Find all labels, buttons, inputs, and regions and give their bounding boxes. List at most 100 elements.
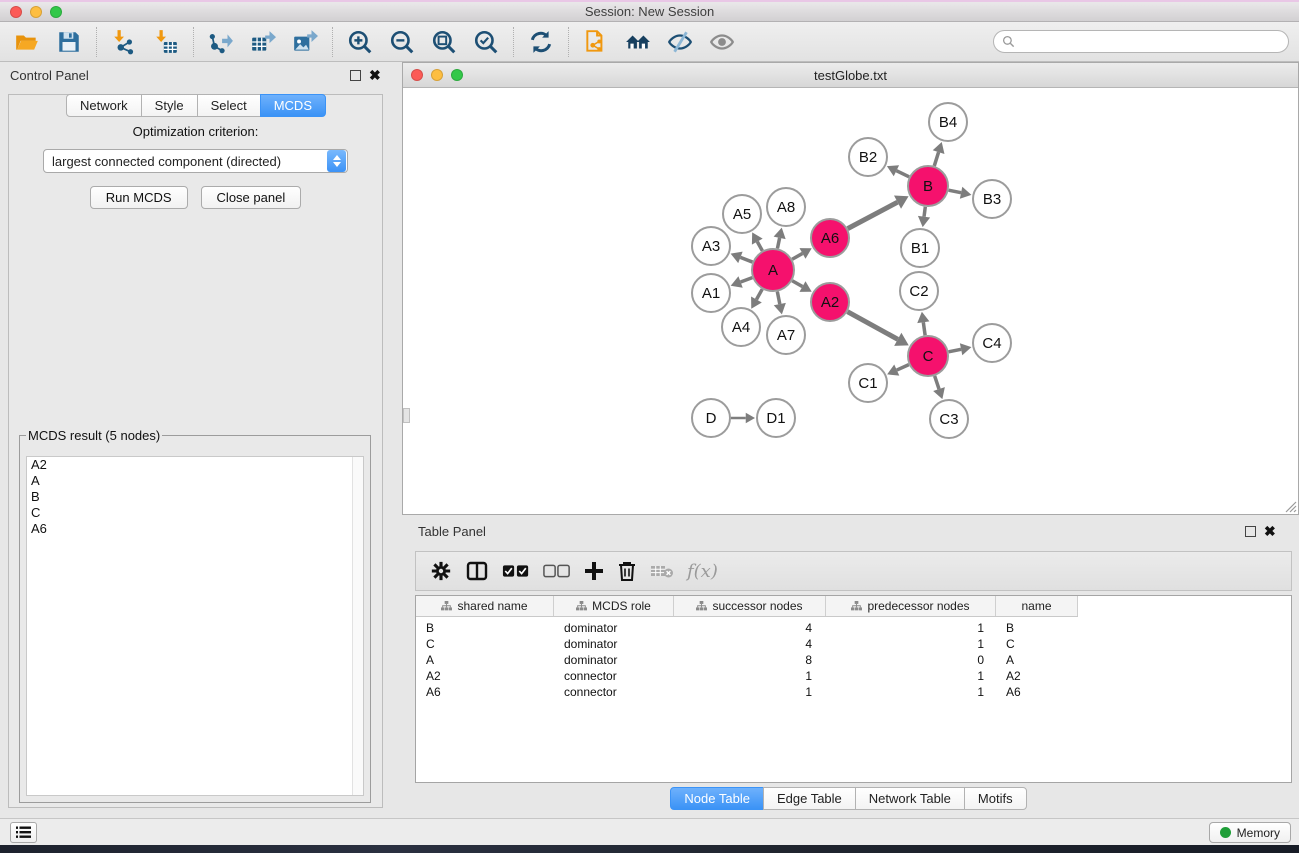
table-row[interactable]: Bdominator41B: [416, 620, 1291, 636]
graph-node-label: C3: [939, 411, 958, 428]
graph-edge[interactable]: [792, 253, 802, 259]
mcds-result-list[interactable]: A2ABCA6: [26, 456, 364, 796]
close-panel-icon[interactable]: ✖: [369, 69, 382, 82]
minimize-window-button[interactable]: [30, 6, 42, 18]
memory-button[interactable]: Memory: [1209, 822, 1291, 843]
network-minimize-button[interactable]: [431, 69, 443, 81]
import-table-button[interactable]: [149, 26, 183, 58]
network-zoom-button[interactable]: [451, 69, 463, 81]
zoom-fit-button[interactable]: [427, 26, 461, 58]
table-row[interactable]: Adominator80A: [416, 652, 1291, 668]
resize-grip-icon[interactable]: [1283, 499, 1297, 513]
run-mcds-button[interactable]: Run MCDS: [90, 186, 188, 209]
table-settings-button[interactable]: [430, 558, 452, 584]
eye-slash-icon: [667, 29, 693, 55]
edge-arrowhead-icon: [774, 303, 786, 315]
tab-style[interactable]: Style: [141, 94, 198, 117]
zoom-out-button[interactable]: [385, 26, 419, 58]
table-row[interactable]: A2connector11A2: [416, 668, 1291, 684]
close-window-button[interactable]: [10, 6, 22, 18]
show-columns-button[interactable]: [465, 558, 489, 584]
table-float-icon[interactable]: [1245, 526, 1256, 537]
table-close-icon[interactable]: ✖: [1264, 525, 1277, 538]
column-header-shared-name[interactable]: shared name: [416, 596, 554, 616]
mcds-result-item[interactable]: A: [27, 473, 363, 489]
table-header-row: shared name MCDS role successor nodes pr…: [416, 596, 1078, 617]
task-history-button[interactable]: [10, 822, 37, 843]
close-panel-button[interactable]: Close panel: [201, 186, 302, 209]
zoom-window-button[interactable]: [50, 6, 62, 18]
graph-edge[interactable]: [740, 257, 752, 262]
criterion-select[interactable]: largest connected component (directed): [43, 149, 348, 173]
export-image-icon: [292, 29, 318, 55]
graph-edge[interactable]: [949, 349, 962, 352]
column-header-predecessor-nodes[interactable]: predecessor nodes: [826, 596, 996, 616]
mcds-result-item[interactable]: A6: [27, 521, 363, 537]
graph-edge[interactable]: [756, 289, 762, 299]
table-cell: dominator: [554, 653, 674, 667]
export-image-button[interactable]: [288, 26, 322, 58]
network-graph[interactable]: B4B2BB3A8A5A6A3B1AA1C2A2A4A7C4CC1C3DD1: [403, 89, 1298, 514]
tab-network[interactable]: Network: [66, 94, 142, 117]
search-input[interactable]: [1020, 35, 1280, 49]
graph-edge[interactable]: [934, 152, 938, 166]
table-row[interactable]: Cdominator41C: [416, 636, 1291, 652]
graph-edge[interactable]: [924, 207, 925, 217]
network-canvas[interactable]: B4B2BB3A8A5A6A3B1AA1C2A2A4A7C4CC1C3DD1: [403, 89, 1298, 514]
graph-node-label: A1: [702, 285, 720, 302]
save-session-button[interactable]: [52, 26, 86, 58]
graph-edge[interactable]: [848, 202, 898, 228]
graph-edge[interactable]: [897, 365, 909, 370]
result-scrollbar[interactable]: [352, 457, 363, 795]
tab-motifs[interactable]: Motifs: [964, 787, 1027, 810]
graph-edge[interactable]: [757, 242, 762, 251]
open-file-button[interactable]: [10, 26, 44, 58]
show-eye-button[interactable]: [705, 26, 739, 58]
select-all-button[interactable]: [502, 558, 530, 584]
float-panel-icon[interactable]: [350, 70, 361, 81]
tab-select[interactable]: Select: [197, 94, 261, 117]
tab-network-table[interactable]: Network Table: [855, 787, 965, 810]
graph-edge[interactable]: [777, 238, 779, 249]
zoom-selected-button[interactable]: [469, 26, 503, 58]
graph-node-label: B1: [911, 240, 929, 257]
apply-layout-button[interactable]: [524, 26, 558, 58]
graph-edge[interactable]: [935, 376, 939, 389]
network-window-titlebar[interactable]: testGlobe.txt: [403, 63, 1298, 88]
export-table-button[interactable]: [246, 26, 280, 58]
new-network-file-button[interactable]: [579, 26, 613, 58]
graph-node-label: A5: [733, 206, 751, 223]
column-header-mcds-role[interactable]: MCDS role: [554, 596, 674, 616]
graph-edge[interactable]: [741, 278, 753, 282]
deselect-all-button[interactable]: [543, 558, 571, 584]
table-cell: connector: [554, 685, 674, 699]
column-header-successor-nodes[interactable]: successor nodes: [674, 596, 826, 616]
graph-edge[interactable]: [923, 322, 925, 335]
tab-mcds[interactable]: MCDS: [260, 94, 326, 117]
graph-edge[interactable]: [792, 281, 802, 287]
graph-edge[interactable]: [777, 292, 779, 304]
mcds-result-item[interactable]: A2: [27, 457, 363, 473]
add-column-button[interactable]: [584, 558, 604, 584]
hide-style-button[interactable]: [663, 26, 697, 58]
graph-edge[interactable]: [848, 312, 898, 340]
split-handle-left[interactable]: [403, 408, 410, 423]
home-views-button[interactable]: [621, 26, 655, 58]
graph-edge[interactable]: [949, 190, 962, 193]
table-row[interactable]: A6connector11A6: [416, 684, 1291, 700]
tab-node-table[interactable]: Node Table: [670, 787, 764, 810]
node-table[interactable]: shared name MCDS role successor nodes pr…: [415, 595, 1292, 783]
import-network-button[interactable]: [107, 26, 141, 58]
zoom-in-button[interactable]: [343, 26, 377, 58]
function-builder-button-disabled: f(x): [687, 558, 718, 584]
session-title: Session: New Session: [585, 4, 714, 19]
column-header-name[interactable]: name: [996, 596, 1078, 616]
mcds-result-item[interactable]: C: [27, 505, 363, 521]
table-cell: B: [416, 621, 554, 635]
export-network-button[interactable]: [204, 26, 238, 58]
network-close-button[interactable]: [411, 69, 423, 81]
delete-column-button[interactable]: [617, 558, 637, 584]
mcds-result-item[interactable]: B: [27, 489, 363, 505]
tab-edge-table[interactable]: Edge Table: [763, 787, 856, 810]
graph-edge[interactable]: [896, 171, 909, 177]
